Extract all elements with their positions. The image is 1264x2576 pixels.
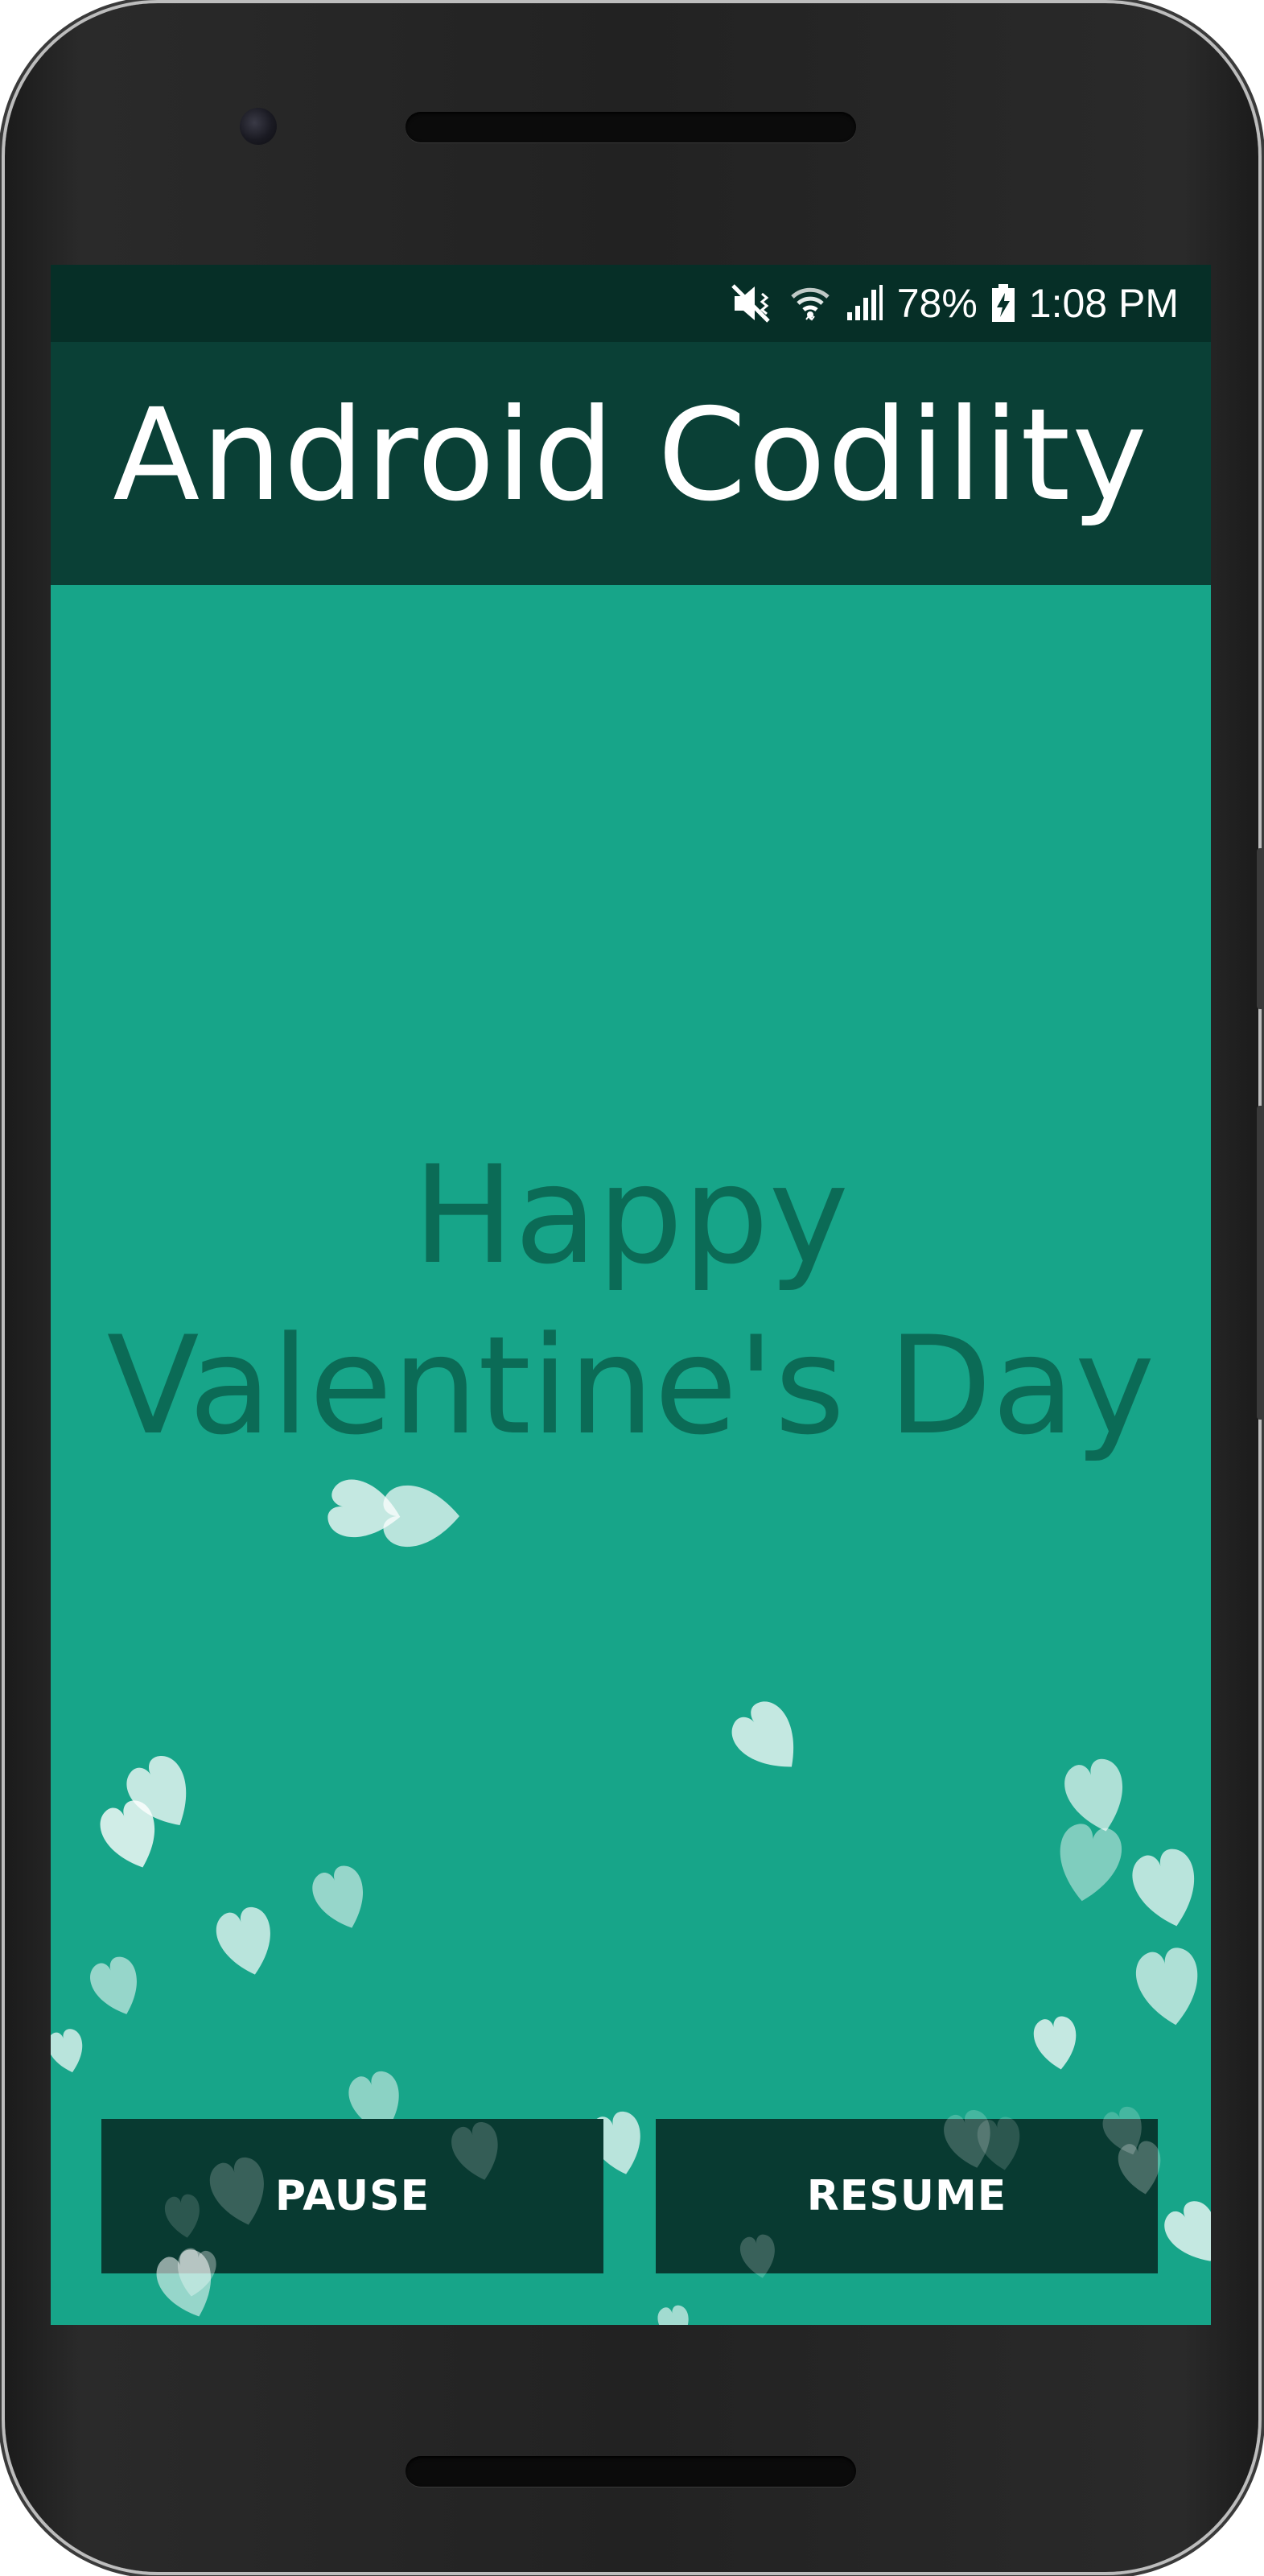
pause-button[interactable]: PAUSE	[101, 2119, 603, 2273]
heart-decoration	[1127, 1844, 1207, 1935]
heart-decoration	[1132, 1944, 1206, 2030]
volume-key	[1257, 848, 1264, 1009]
heart-decoration	[212, 1903, 282, 1982]
heart-decoration	[51, 2026, 89, 2077]
heart-decoration	[307, 1861, 376, 1937]
heart-decoration	[723, 1693, 814, 1786]
resume-button[interactable]: RESUME	[656, 2119, 1158, 2273]
heart-decoration	[1052, 1820, 1126, 1906]
heart-decoration	[1031, 2013, 1082, 2074]
power-key	[1257, 1106, 1264, 1420]
heart-decoration	[1060, 1754, 1134, 1839]
heart-decoration	[85, 1952, 149, 2022]
front-camera	[240, 108, 277, 145]
app-screen: 78% 1:08 PM Android Codility Happy Valen…	[51, 265, 1211, 2325]
top-speaker-grille	[406, 112, 856, 142]
bottom-speaker-grille	[406, 2456, 856, 2487]
greeting-text: Happy Valentine's Day	[106, 1136, 1155, 1465]
